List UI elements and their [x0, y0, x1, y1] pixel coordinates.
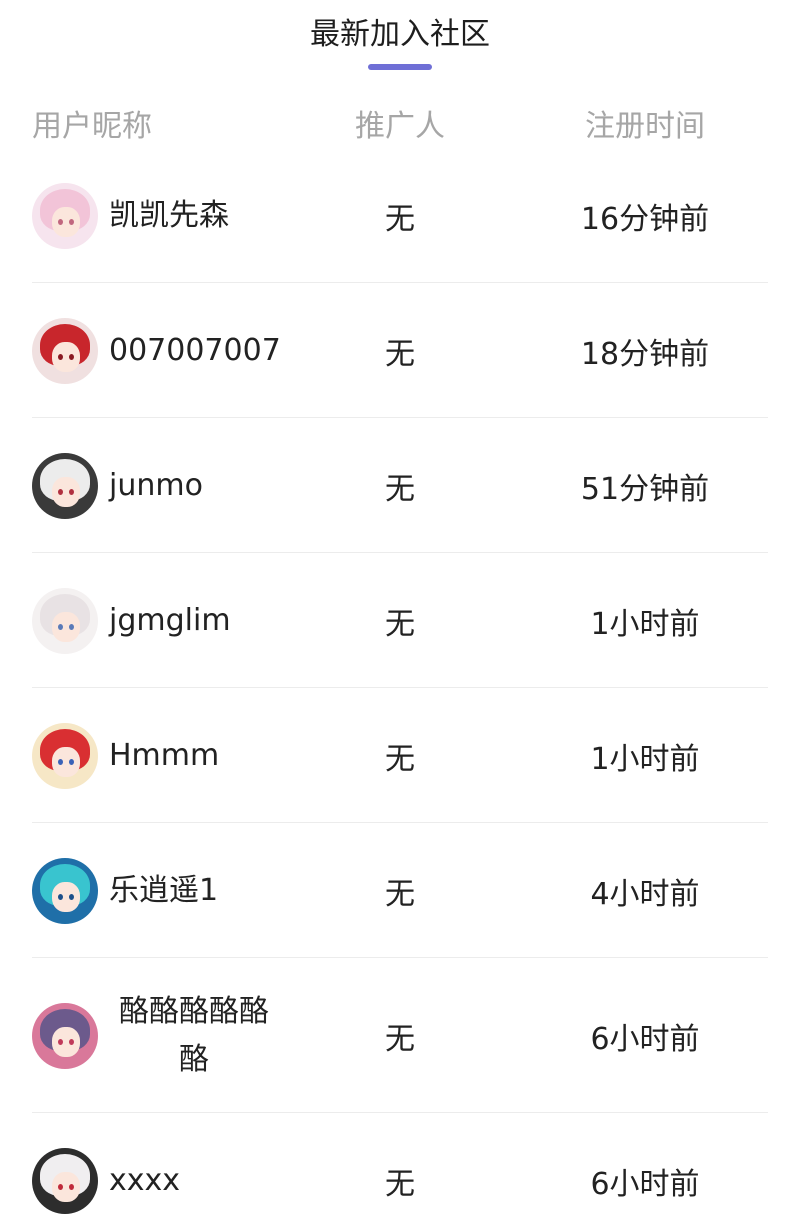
- avatar[interactable]: [32, 722, 98, 789]
- avatar[interactable]: [32, 182, 98, 249]
- column-header-nickname: 用户昵称: [32, 109, 152, 144]
- avatar-face: [52, 881, 80, 912]
- cell-user: 乐逍遥1: [32, 823, 302, 958]
- cell-user: junmo: [32, 418, 302, 553]
- nickname[interactable]: xxxx: [109, 1162, 180, 1200]
- cell-user: xxxx: [32, 1113, 302, 1227]
- member-list: 凯凯先森无 16分钟前 007007007 无 18分钟前 junmo 无 51分钟前 jgmg…: [0, 148, 800, 1227]
- avatar-eye: [69, 758, 74, 765]
- register-time: 1小时前: [590, 606, 700, 642]
- avatar-face: [52, 746, 80, 777]
- table-row[interactable]: 凯凯先森 无 16分钟前: [0, 148, 800, 283]
- avatar-eye: [69, 1038, 74, 1045]
- avatar-eye: [58, 353, 63, 360]
- table-row[interactable]: 乐逍遥1 无 4小时前: [0, 823, 800, 958]
- avatar-face: [52, 476, 80, 507]
- avatar-eye: [58, 1038, 63, 1045]
- register-time: 6小时前: [590, 1166, 700, 1202]
- register-time: 4小时前: [590, 876, 700, 912]
- referrer-value: 无: [385, 471, 415, 507]
- nickname[interactable]: junmo: [109, 467, 203, 505]
- table-row[interactable]: Hmmm 无 1小时前: [0, 688, 800, 823]
- table-header: 用户昵称 推广人 注册时间: [0, 100, 800, 154]
- tab-active-indicator: [368, 64, 432, 70]
- avatar-eye: [58, 218, 63, 225]
- avatar[interactable]: [32, 317, 98, 384]
- avatar-eye: [58, 488, 63, 495]
- avatar-eye: [69, 488, 74, 495]
- nickname[interactable]: 酪酪酪酪酪酪: [109, 988, 279, 1084]
- register-time: 1小时前: [590, 741, 700, 777]
- cell-user: Hmmm: [32, 688, 302, 823]
- avatar-face: [52, 206, 80, 237]
- column-header-referrer: 推广人: [355, 109, 445, 144]
- avatar[interactable]: [32, 857, 98, 924]
- nickname[interactable]: 凯凯先森: [109, 197, 229, 235]
- referrer-value: 无: [385, 1166, 415, 1202]
- register-time: 51分钟前: [580, 471, 710, 507]
- nickname[interactable]: jgmglim: [109, 602, 231, 640]
- page: 最新加入社区 用户昵称 推广人 注册时间 凯凯先森无 16分钟前 007007007…: [0, 0, 800, 1227]
- cell-user: 酪酪酪酪酪酪: [32, 958, 302, 1113]
- avatar-eye: [69, 218, 74, 225]
- table-row[interactable]: 007007007 无 18分钟前: [0, 283, 800, 418]
- referrer-value: 无: [385, 876, 415, 912]
- column-header-register-time: 注册时间: [585, 109, 705, 144]
- cell-user: 007007007: [32, 283, 302, 418]
- avatar[interactable]: [32, 1147, 98, 1214]
- avatar-eye: [58, 758, 63, 765]
- avatar-face: [52, 1026, 80, 1057]
- register-time: 6小时前: [590, 1021, 700, 1057]
- avatar[interactable]: [32, 587, 98, 654]
- avatar-face: [52, 1171, 80, 1202]
- table-row[interactable]: junmo 无 51分钟前: [0, 418, 800, 553]
- referrer-value: 无: [385, 741, 415, 777]
- nickname[interactable]: 007007007: [109, 332, 281, 370]
- nickname[interactable]: 乐逍遥1: [109, 872, 218, 910]
- avatar-face: [52, 611, 80, 642]
- avatar-eye: [69, 893, 74, 900]
- nickname[interactable]: Hmmm: [109, 737, 219, 775]
- avatar-eye: [58, 893, 63, 900]
- referrer-value: 无: [385, 1021, 415, 1057]
- avatar[interactable]: [32, 452, 98, 519]
- referrer-value: 无: [385, 336, 415, 372]
- tab-newest-members[interactable]: 最新加入社区: [0, 14, 800, 56]
- table-row[interactable]: xxxx 无 6小时前: [0, 1113, 800, 1227]
- avatar-eye: [69, 353, 74, 360]
- cell-user: 凯凯先森: [32, 148, 302, 283]
- referrer-value: 无: [385, 606, 415, 642]
- avatar-eye: [58, 623, 63, 630]
- avatar-eye: [58, 1183, 63, 1190]
- register-time: 16分钟前: [580, 201, 710, 237]
- avatar-eye: [69, 623, 74, 630]
- tab-header: 最新加入社区: [0, 0, 800, 80]
- avatar-face: [52, 341, 80, 372]
- avatar[interactable]: [32, 1002, 98, 1069]
- cell-user: jgmglim: [32, 553, 302, 688]
- register-time: 18分钟前: [580, 336, 710, 372]
- table-row[interactable]: jgmglim 无 1小时前: [0, 553, 800, 688]
- referrer-value: 无: [385, 201, 415, 237]
- avatar-eye: [69, 1183, 74, 1190]
- table-row[interactable]: 酪酪酪酪酪酪 无 6小时前: [0, 958, 800, 1113]
